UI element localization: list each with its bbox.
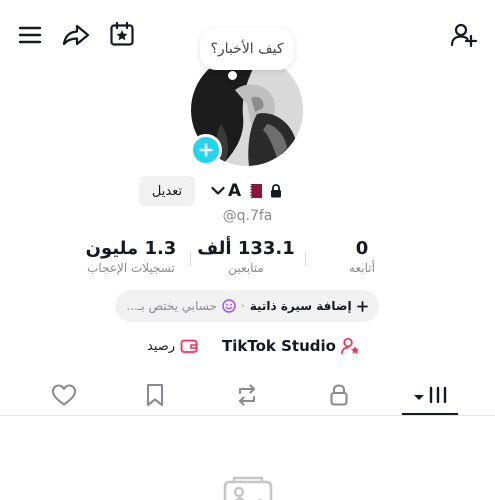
tab-liked[interactable] (34, 375, 94, 415)
tab-reposts[interactable] (217, 375, 277, 415)
add-story-button[interactable] (190, 134, 222, 166)
heart-icon (51, 384, 77, 406)
balance-link[interactable]: رصيد (147, 338, 198, 354)
qatar-flag-icon (244, 184, 263, 198)
note-bubble[interactable]: كيف الأخبار؟ (200, 28, 294, 70)
calendar-star-icon[interactable] (107, 19, 137, 49)
followers-count: 133.1 ألف (197, 238, 295, 259)
image-placeholder-icon (222, 474, 274, 500)
wallet-icon (180, 338, 198, 354)
bookmark-icon (146, 383, 164, 407)
likes-label: تسجيلات الإعجاب (87, 261, 175, 275)
tab-favorites[interactable] (125, 375, 185, 415)
likes-count: 1.3 مليون (85, 238, 177, 259)
tab-private[interactable] (309, 375, 369, 415)
note-bubble-tail (228, 71, 237, 80)
lock-icon (270, 184, 282, 198)
balance-label: رصيد (147, 338, 176, 354)
tab-videos-grid[interactable] (400, 375, 460, 415)
edit-profile-label: تعديل (151, 183, 183, 199)
display-name: A (228, 181, 242, 201)
tiktok-studio-label: TikTok Studio (222, 337, 336, 355)
share-icon[interactable] (61, 20, 91, 50)
edit-profile-button[interactable]: تعديل (139, 176, 195, 206)
grid-icon (414, 386, 447, 404)
following-count: 0 (355, 238, 369, 259)
likes-stat[interactable]: 1.3 مليون تسجيلات الإعجاب (72, 238, 190, 275)
note-text: كيف الأخبار؟ (210, 41, 284, 57)
smiley-icon (222, 299, 236, 313)
plus-icon (199, 143, 213, 157)
username-handle[interactable]: @q.7fa (0, 208, 495, 224)
tab-divider (0, 415, 495, 416)
add-bio-label: إضافة سيرة ذاتية (249, 299, 352, 313)
followers-stat[interactable]: 133.1 ألف متابعين (196, 238, 296, 275)
add-friend-icon[interactable] (448, 20, 480, 50)
followers-label: متابعين (228, 261, 264, 275)
bio-separator: · (240, 299, 245, 313)
following-label: أتابعه (349, 261, 375, 275)
tiktok-studio-link[interactable]: TikTok Studio (222, 337, 361, 355)
display-name-row[interactable]: A (211, 179, 282, 203)
menu-icon[interactable] (16, 21, 44, 49)
stats-divider (190, 252, 191, 266)
stats-divider (305, 252, 306, 266)
creator-star-icon (341, 337, 361, 355)
following-stat[interactable]: 0 أتابعه (330, 238, 394, 275)
chevron-down-icon (211, 186, 225, 196)
bio-hint: حسابي يختص بـ... (126, 299, 217, 313)
lock-icon (330, 384, 348, 406)
add-bio-button[interactable]: إضافة سيرة ذاتية · حسابي يختص بـ... (115, 290, 379, 322)
repost-icon (238, 384, 256, 406)
plus-icon (356, 300, 368, 312)
